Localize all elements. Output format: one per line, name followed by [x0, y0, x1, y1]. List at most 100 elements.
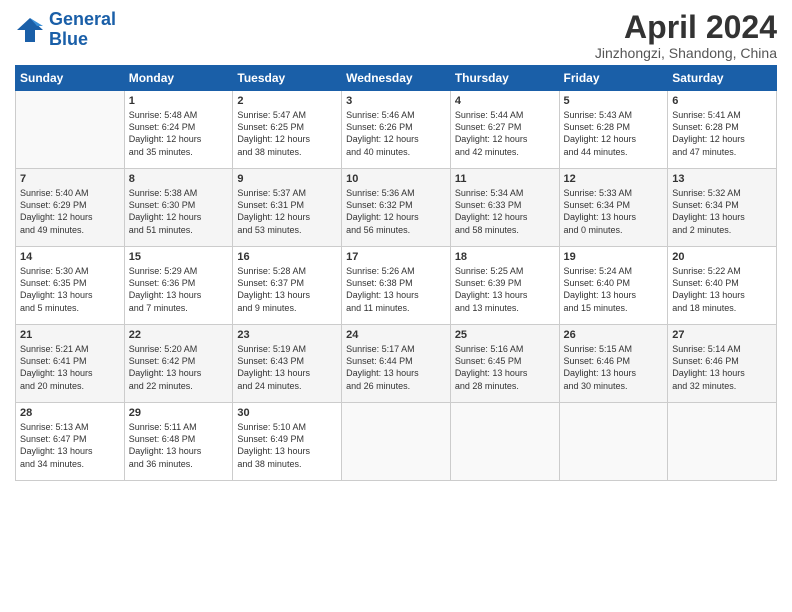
- calendar-cell: [450, 403, 559, 481]
- day-number: 21: [20, 329, 120, 341]
- calendar-row: 14Sunrise: 5:30 AM Sunset: 6:35 PM Dayli…: [16, 247, 777, 325]
- calendar-cell: 24 Sunrise: 5:17 AM Sunset: 6:44 PM Dayli…: [342, 325, 451, 403]
- day-number: 1: [129, 95, 229, 107]
- day-info: Sunrise: 5:14 AM Sunset: 6:46 PM Dayligh…: [672, 343, 772, 392]
- day-info: Sunrise: 5:29 AM Sunset: 6:36 PM Dayligh…: [129, 265, 229, 314]
- calendar-cell: 19 Sunrise: 5:24 AM Sunset: 6:40 PM Dayli…: [559, 247, 668, 325]
- day-number: 16: [237, 251, 337, 263]
- calendar-cell: 17Sunrise: 5:26 AM Sunset: 6:38 PM Dayli…: [342, 247, 451, 325]
- calendar-cell: 7 Sunrise: 5:40 AM Sunset: 6:29 PM Daylig…: [16, 169, 125, 247]
- logo-line2: Blue: [49, 29, 88, 49]
- day-info: Sunrise: 5:24 AM Sunset: 6:40 PM Dayligh…: [564, 265, 664, 314]
- day-info: Sunrise: 5:43 AM Sunset: 6:28 PM Dayligh…: [564, 109, 664, 158]
- col-wednesday: Wednesday: [342, 66, 451, 91]
- day-info: Sunrise: 5:17 AM Sunset: 6:44 PM Dayligh…: [346, 343, 446, 392]
- calendar-cell: 28 Sunrise: 5:13 AM Sunset: 6:47 PM Dayli…: [16, 403, 125, 481]
- day-number: 19: [564, 251, 664, 263]
- day-info: Sunrise: 5:28 AM Sunset: 6:37 PM Dayligh…: [237, 265, 337, 314]
- calendar-cell: 29Sunrise: 5:11 AM Sunset: 6:48 PM Dayli…: [124, 403, 233, 481]
- calendar-cell: 14Sunrise: 5:30 AM Sunset: 6:35 PM Dayli…: [16, 247, 125, 325]
- day-number: 15: [129, 251, 229, 263]
- calendar-cell: [668, 403, 777, 481]
- day-info: Sunrise: 5:48 AM Sunset: 6:24 PM Dayligh…: [129, 109, 229, 158]
- calendar-cell: 22Sunrise: 5:20 AM Sunset: 6:42 PM Dayli…: [124, 325, 233, 403]
- day-info: Sunrise: 5:10 AM Sunset: 6:49 PM Dayligh…: [237, 421, 337, 470]
- calendar-cell: 23 Sunrise: 5:19 AM Sunset: 6:43 PM Dayli…: [233, 325, 342, 403]
- calendar-cell: 1 Sunrise: 5:48 AM Sunset: 6:24 PM Daylig…: [124, 91, 233, 169]
- calendar-cell: 27 Sunrise: 5:14 AM Sunset: 6:46 PM Dayli…: [668, 325, 777, 403]
- day-info: Sunrise: 5:46 AM Sunset: 6:26 PM Dayligh…: [346, 109, 446, 158]
- calendar-cell: 26 Sunrise: 5:15 AM Sunset: 6:46 PM Dayli…: [559, 325, 668, 403]
- calendar-cell: 9Sunrise: 5:37 AM Sunset: 6:31 PM Daylig…: [233, 169, 342, 247]
- day-number: 25: [455, 329, 555, 341]
- calendar-cell: 25 Sunrise: 5:16 AM Sunset: 6:45 PM Dayli…: [450, 325, 559, 403]
- day-number: 11: [455, 173, 555, 185]
- day-info: Sunrise: 5:22 AM Sunset: 6:40 PM Dayligh…: [672, 265, 772, 314]
- day-number: 4: [455, 95, 555, 107]
- day-info: Sunrise: 5:44 AM Sunset: 6:27 PM Dayligh…: [455, 109, 555, 158]
- calendar-cell: 13 Sunrise: 5:32 AM Sunset: 6:34 PM Dayli…: [668, 169, 777, 247]
- day-number: 18: [455, 251, 555, 263]
- calendar-cell: 30Sunrise: 5:10 AM Sunset: 6:49 PM Dayli…: [233, 403, 342, 481]
- day-info: Sunrise: 5:19 AM Sunset: 6:43 PM Dayligh…: [237, 343, 337, 392]
- calendar-cell: 5 Sunrise: 5:43 AM Sunset: 6:28 PM Daylig…: [559, 91, 668, 169]
- calendar-cell: [559, 403, 668, 481]
- day-info: Sunrise: 5:38 AM Sunset: 6:30 PM Dayligh…: [129, 187, 229, 236]
- day-info: Sunrise: 5:37 AM Sunset: 6:31 PM Dayligh…: [237, 187, 337, 236]
- day-number: 28: [20, 407, 120, 419]
- calendar-cell: 2 Sunrise: 5:47 AM Sunset: 6:25 PM Daylig…: [233, 91, 342, 169]
- calendar-cell: 15 Sunrise: 5:29 AM Sunset: 6:36 PM Dayli…: [124, 247, 233, 325]
- logo-icon: [15, 16, 45, 44]
- day-info: Sunrise: 5:15 AM Sunset: 6:46 PM Dayligh…: [564, 343, 664, 392]
- day-number: 26: [564, 329, 664, 341]
- day-number: 27: [672, 329, 772, 341]
- day-info: Sunrise: 5:33 AM Sunset: 6:34 PM Dayligh…: [564, 187, 664, 236]
- calendar-cell: [16, 91, 125, 169]
- day-number: 8: [129, 173, 229, 185]
- day-number: 3: [346, 95, 446, 107]
- logo-text: General Blue: [49, 10, 116, 50]
- calendar-cell: 3 Sunrise: 5:46 AM Sunset: 6:26 PM Daylig…: [342, 91, 451, 169]
- day-number: 23: [237, 329, 337, 341]
- day-info: Sunrise: 5:32 AM Sunset: 6:34 PM Dayligh…: [672, 187, 772, 236]
- day-number: 12: [564, 173, 664, 185]
- day-number: 17: [346, 251, 446, 263]
- day-info: Sunrise: 5:30 AM Sunset: 6:35 PM Dayligh…: [20, 265, 120, 314]
- calendar-cell: 18Sunrise: 5:25 AM Sunset: 6:39 PM Dayli…: [450, 247, 559, 325]
- day-info: Sunrise: 5:20 AM Sunset: 6:42 PM Dayligh…: [129, 343, 229, 392]
- location: Jinzhongzi, Shandong, China: [595, 45, 777, 61]
- day-info: Sunrise: 5:40 AM Sunset: 6:29 PM Dayligh…: [20, 187, 120, 236]
- calendar-cell: 4 Sunrise: 5:44 AM Sunset: 6:27 PM Daylig…: [450, 91, 559, 169]
- day-info: Sunrise: 5:13 AM Sunset: 6:47 PM Dayligh…: [20, 421, 120, 470]
- header-row: Sunday Monday Tuesday Wednesday Thursday…: [16, 66, 777, 91]
- calendar-row: 21 Sunrise: 5:21 AM Sunset: 6:41 PM Dayli…: [16, 325, 777, 403]
- day-info: Sunrise: 5:47 AM Sunset: 6:25 PM Dayligh…: [237, 109, 337, 158]
- calendar-cell: [342, 403, 451, 481]
- calendar-row: 28 Sunrise: 5:13 AM Sunset: 6:47 PM Dayli…: [16, 403, 777, 481]
- col-sunday: Sunday: [16, 66, 125, 91]
- calendar-cell: 8 Sunrise: 5:38 AM Sunset: 6:30 PM Daylig…: [124, 169, 233, 247]
- calendar-cell: 12 Sunrise: 5:33 AM Sunset: 6:34 PM Dayli…: [559, 169, 668, 247]
- day-info: Sunrise: 5:16 AM Sunset: 6:45 PM Dayligh…: [455, 343, 555, 392]
- calendar-cell: 11 Sunrise: 5:34 AM Sunset: 6:33 PM Dayli…: [450, 169, 559, 247]
- day-number: 2: [237, 95, 337, 107]
- day-number: 20: [672, 251, 772, 263]
- col-tuesday: Tuesday: [233, 66, 342, 91]
- logo-line1: General: [49, 9, 116, 29]
- calendar-cell: 16 Sunrise: 5:28 AM Sunset: 6:37 PM Dayli…: [233, 247, 342, 325]
- day-info: Sunrise: 5:34 AM Sunset: 6:33 PM Dayligh…: [455, 187, 555, 236]
- col-monday: Monday: [124, 66, 233, 91]
- day-number: 24: [346, 329, 446, 341]
- day-number: 10: [346, 173, 446, 185]
- day-number: 13: [672, 173, 772, 185]
- calendar-cell: 6Sunrise: 5:41 AM Sunset: 6:28 PM Daylig…: [668, 91, 777, 169]
- page-container: General Blue April 2024 Jinzhongzi, Shan…: [0, 0, 792, 491]
- day-number: 7: [20, 173, 120, 185]
- calendar-cell: 21 Sunrise: 5:21 AM Sunset: 6:41 PM Dayli…: [16, 325, 125, 403]
- calendar-row: 7 Sunrise: 5:40 AM Sunset: 6:29 PM Daylig…: [16, 169, 777, 247]
- day-info: Sunrise: 5:11 AM Sunset: 6:48 PM Dayligh…: [129, 421, 229, 470]
- logo: General Blue: [15, 10, 116, 50]
- day-info: Sunrise: 5:21 AM Sunset: 6:41 PM Dayligh…: [20, 343, 120, 392]
- title-block: April 2024 Jinzhongzi, Shandong, China: [595, 10, 777, 61]
- day-number: 5: [564, 95, 664, 107]
